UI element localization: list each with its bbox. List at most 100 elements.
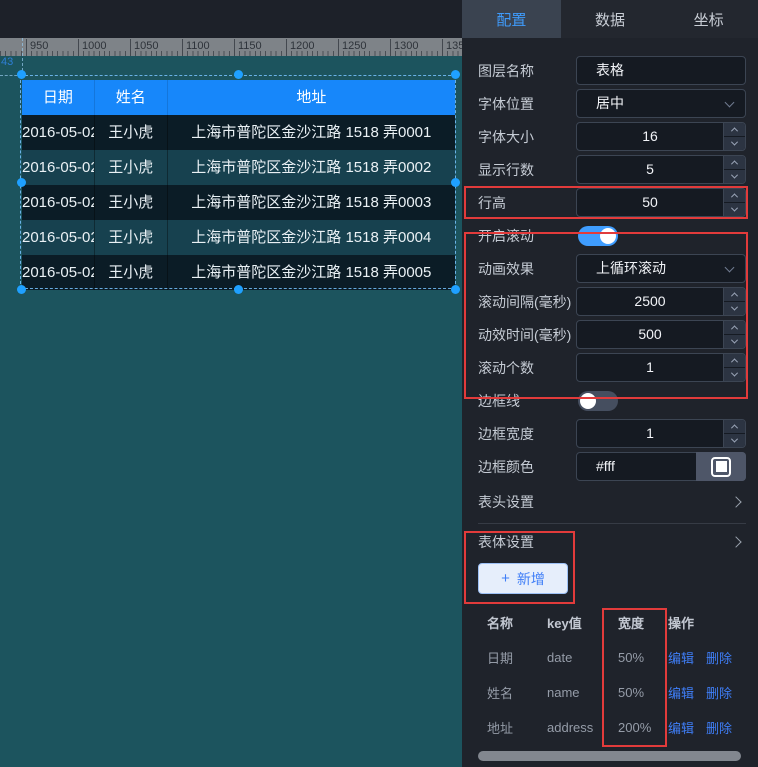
step-down-button[interactable]	[724, 335, 745, 348]
step-up-button[interactable]	[724, 123, 745, 136]
tab-data[interactable]: 数据	[561, 0, 660, 38]
step-up-button[interactable]	[724, 189, 745, 202]
enable-scroll-label: 开启滚动	[478, 226, 534, 246]
effect-time-value: 500	[577, 321, 723, 348]
edit-link[interactable]: 编辑	[668, 683, 694, 702]
step-down-button[interactable]	[724, 368, 745, 381]
horizontal-scrollbar-thumb[interactable]	[478, 751, 741, 761]
font-position-label: 字体位置	[478, 94, 534, 114]
row-height-value: 50	[577, 189, 723, 216]
cell-address: 上海市普陀区金沙江路 1518 弄0005	[167, 255, 455, 290]
row-height-stepper	[723, 189, 745, 216]
edit-link[interactable]: 编辑	[668, 648, 694, 667]
font-position-value: 居中	[596, 90, 624, 117]
effect-time-stepper	[723, 321, 745, 348]
cell-address: 上海市普陀区金沙江路 1518 弄0004	[167, 220, 455, 255]
scroll-interval-stepper	[723, 288, 745, 315]
ruler-label: 1200	[286, 39, 314, 56]
step-down-button[interactable]	[724, 137, 745, 150]
effect-time-input[interactable]: 500	[576, 320, 746, 349]
cell-name: 王小虎	[94, 185, 167, 220]
selection-handle-top-right[interactable]	[451, 70, 460, 79]
col-name: 姓名	[487, 683, 547, 702]
layer-name-label: 图层名称	[478, 61, 534, 81]
step-down-button[interactable]	[724, 302, 745, 315]
config-table-row: 姓名 name 50% 编辑 删除	[487, 682, 758, 702]
section-body-settings[interactable]: 表体设置	[478, 524, 746, 560]
selection-handle-bottom-right[interactable]	[451, 285, 460, 294]
ruler-label: 1300	[390, 39, 418, 56]
design-canvas[interactable]: 950 1000 1050 1100 1150 1200 1250 1300 1…	[0, 0, 462, 767]
tab-coordinates[interactable]: 坐标	[659, 0, 758, 38]
font-size-value: 16	[577, 123, 723, 150]
scroll-interval-input[interactable]: 2500	[576, 287, 746, 316]
chevron-up-icon	[731, 325, 738, 332]
cell-name: 王小虎	[94, 150, 167, 185]
plus-icon: +	[501, 570, 510, 587]
chevron-up-icon	[731, 424, 738, 431]
section-header-settings[interactable]: 表头设置	[478, 481, 746, 524]
display-rows-label: 显示行数	[478, 160, 534, 180]
font-position-select[interactable]: 居中	[576, 89, 746, 118]
body-settings-label: 表体设置	[478, 532, 534, 552]
step-down-button[interactable]	[724, 170, 745, 183]
step-down-button[interactable]	[724, 434, 745, 447]
step-down-button[interactable]	[724, 203, 745, 216]
step-up-button[interactable]	[724, 420, 745, 433]
form-row-layer-name: 图层名称 表格	[478, 56, 746, 85]
cell-date: 2016-05-02	[22, 150, 94, 185]
step-up-button[interactable]	[724, 354, 745, 367]
widget-header-name: 姓名	[94, 80, 167, 115]
scroll-count-stepper	[723, 354, 745, 381]
selection-handle-middle-left[interactable]	[17, 178, 26, 187]
layer-name-input[interactable]: 表格	[576, 56, 746, 85]
color-picker-button[interactable]	[696, 452, 746, 481]
chevron-up-icon	[731, 127, 738, 134]
scroll-count-input[interactable]: 1	[576, 353, 746, 382]
tab-config[interactable]: 配置	[462, 0, 561, 38]
col-key: name	[547, 685, 618, 700]
selection-handle-bottom-left[interactable]	[17, 285, 26, 294]
border-line-toggle[interactable]	[578, 391, 618, 411]
chevron-down-icon	[731, 205, 738, 212]
border-width-input[interactable]: 1	[576, 419, 746, 448]
col-name: 地址	[487, 718, 547, 737]
selection-handle-middle-right[interactable]	[451, 178, 460, 187]
border-color-input[interactable]: #fff	[576, 452, 746, 481]
chevron-down-icon	[731, 304, 738, 311]
config-table-header: 名称 key值 宽度 操作	[487, 612, 758, 632]
table-widget[interactable]: 日期 姓名 地址 2016-05-02 王小虎 上海市普陀区金沙江路 1518 …	[22, 80, 455, 290]
border-color-value: #fff	[596, 453, 615, 480]
display-rows-stepper	[723, 156, 745, 183]
ruler-label: 950	[26, 39, 48, 56]
widget-header-date: 日期	[22, 80, 94, 115]
chevron-up-icon	[731, 160, 738, 167]
col-key: address	[547, 720, 618, 735]
font-size-input[interactable]: 16	[576, 122, 746, 151]
col-name: 日期	[487, 648, 547, 667]
selection-handle-bottom-middle[interactable]	[234, 285, 243, 294]
form-row-display-rows: 显示行数 5	[478, 155, 746, 184]
row-height-input[interactable]: 50	[576, 188, 746, 217]
step-up-button[interactable]	[724, 156, 745, 169]
canvas-top-bar	[0, 0, 462, 38]
edit-link[interactable]: 编辑	[668, 718, 694, 737]
step-up-button[interactable]	[724, 288, 745, 301]
form-row-border-line: 边框线	[478, 386, 746, 415]
step-up-button[interactable]	[724, 321, 745, 334]
animation-select[interactable]: 上循环滚动	[576, 254, 746, 283]
enable-scroll-toggle[interactable]	[578, 226, 618, 246]
delete-link[interactable]: 删除	[706, 683, 732, 702]
add-column-button[interactable]: + 新增	[478, 563, 568, 594]
delete-link[interactable]: 删除	[706, 648, 732, 667]
selection-handle-top-middle[interactable]	[234, 70, 243, 79]
delete-link[interactable]: 删除	[706, 718, 732, 737]
form-row-font-size: 字体大小 16	[478, 122, 746, 151]
display-rows-input[interactable]: 5	[576, 155, 746, 184]
panel-tabs: 配置 数据 坐标	[462, 0, 758, 38]
selection-handle-top-left[interactable]	[17, 70, 26, 79]
chevron-down-icon	[731, 139, 738, 146]
font-size-stepper	[723, 123, 745, 150]
border-width-label: 边框宽度	[478, 424, 534, 444]
column-header-name: 名称	[487, 613, 547, 632]
